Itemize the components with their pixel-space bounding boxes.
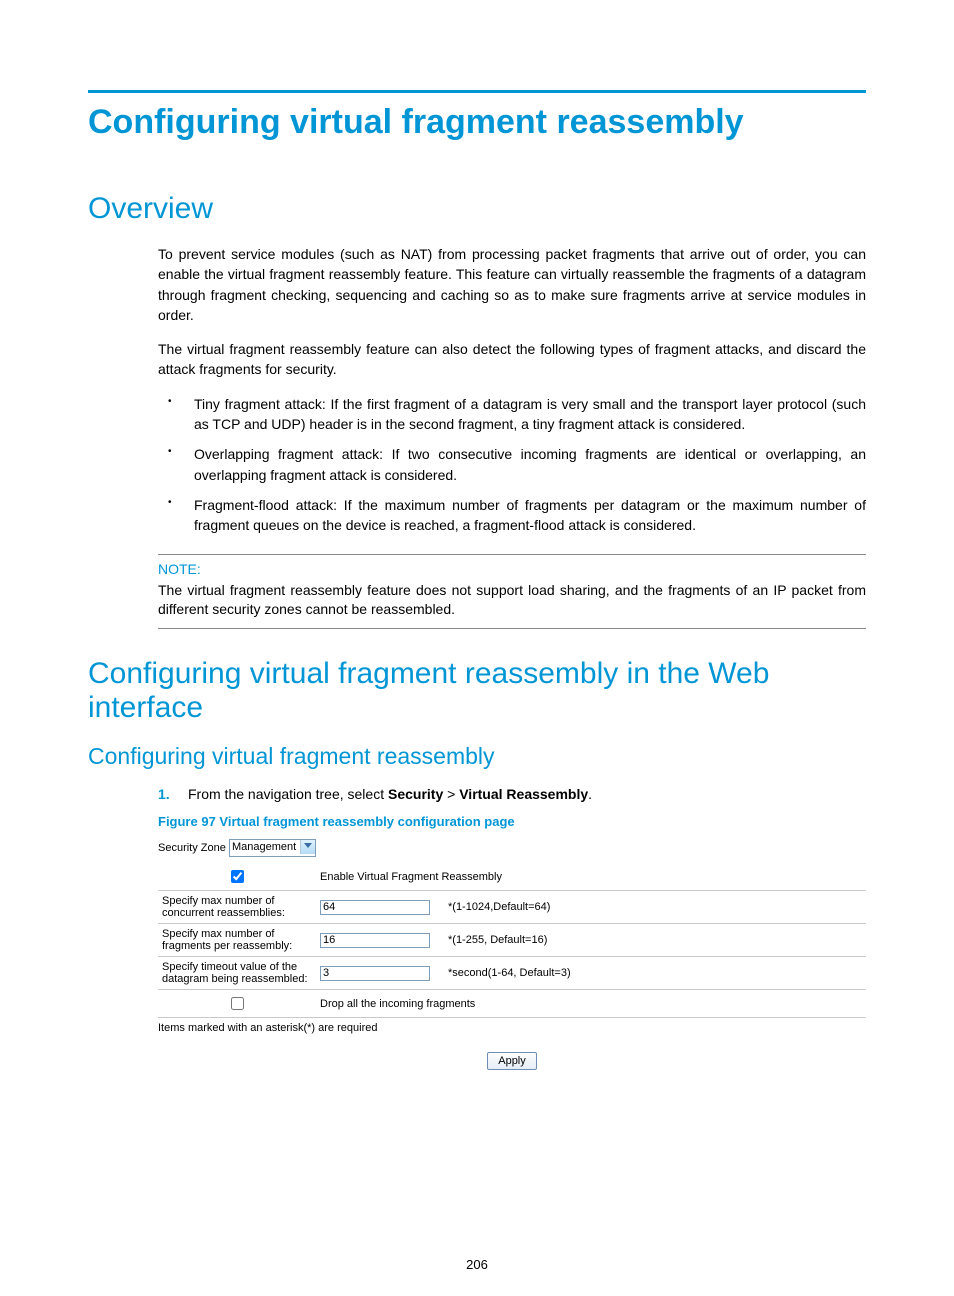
step-1-bold-virtual: Virtual Reassembly (459, 786, 588, 802)
chevron-down-icon (300, 840, 315, 854)
fragments-hint: *(1-255, Default=16) (444, 924, 866, 957)
note-text: The virtual fragment reassembly feature … (158, 581, 866, 620)
timeout-input[interactable] (320, 966, 430, 981)
step-1-mid: > (443, 786, 459, 802)
enable-label: Enable Virtual Fragment Reassembly (316, 863, 866, 891)
drop-label: Drop all the incoming fragments (316, 990, 866, 1018)
row-concurrent-label: Specify max number of concurrent reassem… (158, 891, 316, 924)
bullet-fragment-flood: Fragment-flood attack: If the maximum nu… (158, 495, 866, 536)
note-box: NOTE: The virtual fragment reassembly fe… (158, 554, 866, 629)
config-table: Enable Virtual Fragment Reassembly Speci… (158, 863, 866, 1018)
heading-overview: Overview (88, 192, 866, 226)
row-timeout-label: Specify timeout value of the datagram be… (158, 957, 316, 990)
step-1-bold-security: Security (388, 786, 443, 802)
concurrent-input[interactable] (320, 900, 430, 915)
overview-paragraph-2: The virtual fragment reassembly feature … (158, 339, 866, 380)
required-footer: Items marked with an asterisk(*) are req… (158, 1018, 866, 1038)
step-1-post: . (588, 786, 592, 802)
drop-checkbox[interactable] (231, 997, 244, 1010)
concurrent-hint: *(1-1024,Default=64) (444, 891, 866, 924)
overview-paragraph-1: To prevent service modules (such as NAT)… (158, 244, 866, 325)
page-title: Configuring virtual fragment reassembly (88, 103, 866, 142)
enable-checkbox[interactable] (231, 870, 244, 883)
attack-list: Tiny fragment attack: If the first fragm… (158, 394, 866, 536)
row-fragments-label: Specify max number of fragments per reas… (158, 924, 316, 957)
bullet-tiny-fragment: Tiny fragment attack: If the first fragm… (158, 394, 866, 435)
security-zone-value: Management (232, 840, 300, 854)
steps-list: From the navigation tree, select Securit… (158, 784, 866, 804)
config-form: Security Zone Management Enable Virtual … (158, 837, 866, 1070)
security-zone-select[interactable]: Management (229, 839, 316, 857)
security-zone-label: Security Zone (158, 842, 226, 854)
heading-configuring: Configuring virtual fragment reassembly (88, 743, 866, 770)
bullet-overlapping-fragment: Overlapping fragment attack: If two cons… (158, 444, 866, 485)
step-1-text-pre: From the navigation tree, select (188, 786, 388, 802)
fragments-input[interactable] (320, 933, 430, 948)
figure-caption: Figure 97 Virtual fragment reassembly co… (158, 814, 866, 829)
heading-web-interface: Configuring virtual fragment reassembly … (88, 657, 866, 725)
top-rule (88, 90, 866, 93)
timeout-hint: *second(1-64, Default=3) (444, 957, 866, 990)
note-label: NOTE: (158, 561, 866, 577)
step-1: From the navigation tree, select Securit… (158, 784, 866, 804)
apply-button[interactable]: Apply (487, 1052, 537, 1070)
page-number: 206 (0, 1257, 954, 1272)
